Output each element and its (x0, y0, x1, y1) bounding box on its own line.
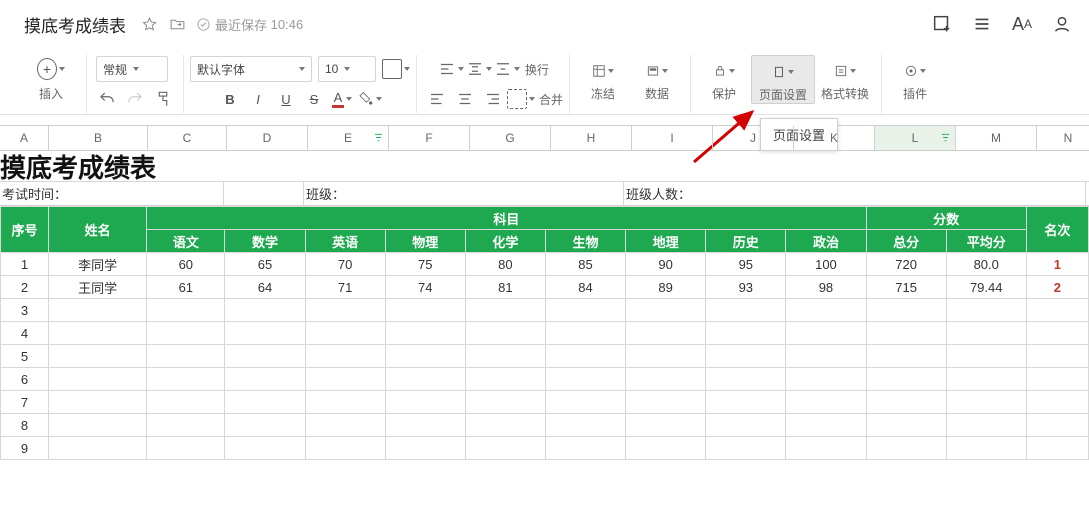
text-rotate-button[interactable] (493, 56, 521, 82)
column-headers[interactable]: ABCDEFGHIJKLMN (0, 125, 1089, 151)
save-time: 10:46 (271, 17, 304, 32)
col-header-B[interactable]: B (49, 126, 148, 150)
col-header-N[interactable]: N (1037, 126, 1089, 150)
italic-button[interactable]: I (244, 86, 272, 112)
redo-button[interactable] (121, 86, 149, 112)
protect-button[interactable]: 保护 (697, 55, 751, 102)
document-title: 摸底考成绩表 (24, 12, 126, 37)
align-h-button[interactable] (437, 56, 465, 82)
info-row: 考试时间：班级：班级人数： (0, 182, 1089, 206)
table-row[interactable]: 9 (1, 437, 1089, 460)
table-row[interactable]: 1李同学606570758085909510072080.01 (1, 253, 1089, 276)
underline-button[interactable]: U (272, 86, 300, 112)
data-button[interactable]: 数据 (630, 55, 684, 102)
star-icon[interactable] (140, 15, 158, 33)
insert-button[interactable]: + (37, 56, 65, 82)
font-size-icon[interactable]: AA (1011, 13, 1033, 35)
col-header-F[interactable]: F (389, 126, 470, 150)
col-header-H[interactable]: H (551, 126, 632, 150)
insert-label: 插入 (39, 85, 63, 102)
col-header-A[interactable]: A (0, 126, 49, 150)
col-header-K[interactable]: K (794, 126, 875, 150)
col-header-M[interactable]: M (956, 126, 1037, 150)
format-painter-button[interactable] (149, 86, 177, 112)
bold-button[interactable]: B (216, 86, 244, 112)
save-status-label: 最近保存 (215, 15, 267, 34)
wrap-label: 换行 (525, 61, 549, 78)
strike-button[interactable]: S (300, 86, 328, 112)
col-header-D[interactable]: D (227, 126, 308, 150)
table-row[interactable]: 2王同学61647174818489939871579.442 (1, 276, 1089, 299)
col-header-I[interactable]: I (632, 126, 713, 150)
table-row[interactable]: 8 (1, 414, 1089, 437)
font-color-button[interactable]: A (328, 86, 356, 112)
font-size-select[interactable]: 10 (318, 56, 376, 82)
view-mode-select[interactable]: 常规 (96, 56, 168, 82)
spreadsheet-grid[interactable]: 摸底考成绩表考试时间：班级：班级人数：序号姓名科目分数名次语文数学英语物理化学生… (0, 151, 1089, 460)
table-row[interactable]: 6 (1, 368, 1089, 391)
undo-button[interactable] (93, 86, 121, 112)
align-right-button[interactable] (479, 86, 507, 112)
fill-color-button[interactable] (356, 86, 384, 112)
col-header-C[interactable]: C (148, 126, 227, 150)
add-panel-icon[interactable] (931, 13, 953, 35)
data-table[interactable]: 序号姓名科目分数名次语文数学英语物理化学生物地理历史政治总分平均分1李同学606… (0, 206, 1089, 460)
list-icon[interactable] (971, 13, 993, 35)
align-center-button[interactable] (451, 86, 479, 112)
col-header-L[interactable]: L (875, 126, 956, 150)
col-header-J[interactable]: J (713, 126, 794, 150)
sheet-title: 摸底考成绩表 (0, 151, 1089, 182)
table-row[interactable]: 7 (1, 391, 1089, 414)
format-convert-button[interactable]: 格式转换 (815, 55, 875, 102)
col-header-E[interactable]: E (308, 126, 389, 150)
table-row[interactable]: 4 (1, 322, 1089, 345)
plugins-button[interactable]: 插件 (888, 55, 942, 102)
col-header-G[interactable]: G (470, 126, 551, 150)
title-bar: 摸底考成绩表 最近保存 10:46 AA (0, 0, 1089, 49)
merge-button[interactable] (507, 86, 535, 112)
font-family-select[interactable]: 默认字体 (190, 56, 312, 82)
toolbar: + 插入 常规 默认字体 10 B I U S A (0, 49, 1089, 115)
align-left-button[interactable] (423, 86, 451, 112)
user-icon[interactable] (1051, 13, 1073, 35)
freeze-button[interactable]: 冻结 (576, 55, 630, 102)
save-status: 最近保存 10:46 (196, 15, 303, 34)
table-row[interactable]: 5 (1, 345, 1089, 368)
table-row[interactable]: 3 (1, 299, 1089, 322)
folder-move-icon[interactable] (168, 15, 186, 33)
align-v-button[interactable] (465, 56, 493, 82)
page-setup-button[interactable]: 页面设置 (751, 55, 815, 104)
merge-label: 合并 (539, 91, 563, 108)
border-button[interactable] (382, 56, 410, 82)
